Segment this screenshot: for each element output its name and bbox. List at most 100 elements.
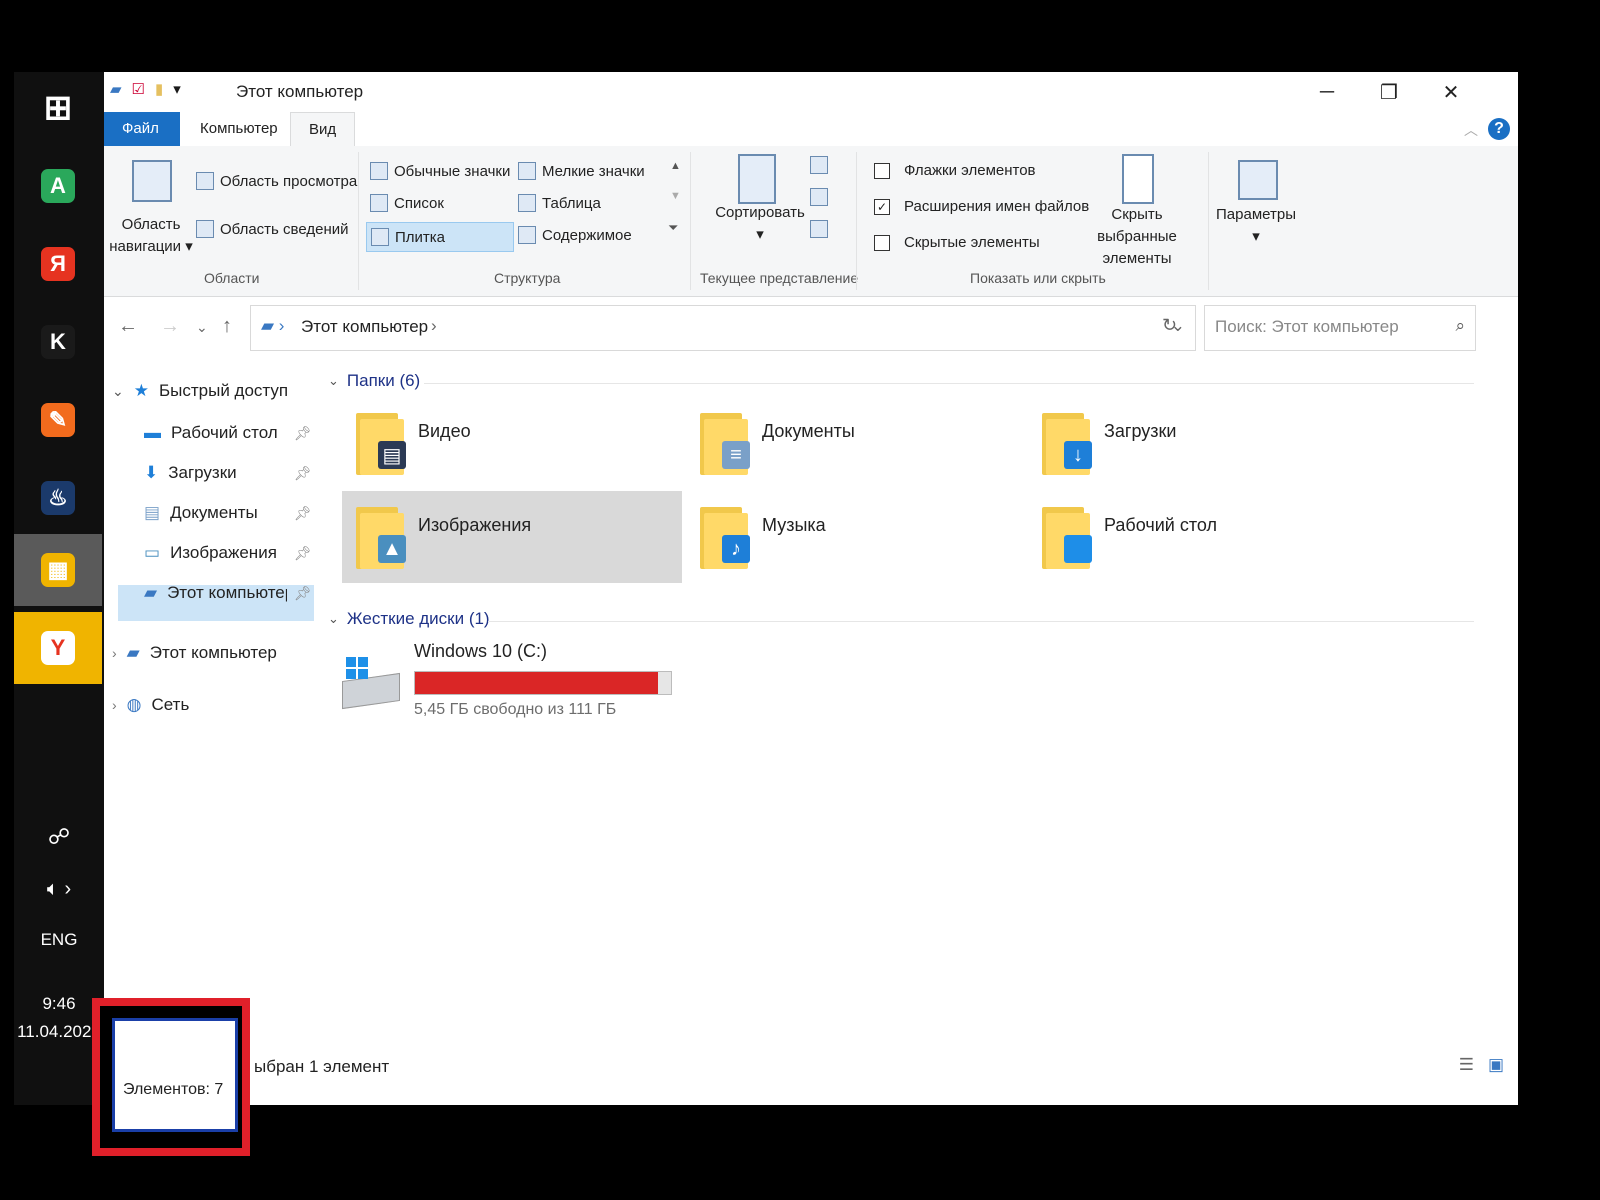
details-pane-button[interactable]: Область сведений [196, 220, 348, 238]
checkbox-unchecked[interactable] [874, 234, 890, 251]
navigation-pane: ⌄ ★ Быстрый доступ ▬ Рабочий стол 📌︎ ⬇ Загру… [104, 361, 320, 1021]
medium-icons-option[interactable]: Обычные значки [370, 162, 510, 180]
collapse-chevron-icon[interactable]: › [112, 645, 117, 661]
checkbox-checked[interactable]: ✓ [874, 198, 890, 215]
taskbar-app[interactable]: Я [14, 228, 102, 300]
search-icon[interactable]: ⌕ [1455, 316, 1465, 336]
sort-icon[interactable] [738, 154, 776, 204]
app-orange-icon: ✎ [41, 403, 75, 437]
breadcrumb-chevron-icon[interactable]: › [431, 316, 437, 336]
computer-small-icon[interactable]: ▰ [110, 80, 122, 98]
layout-scroll-down-icon[interactable]: ▼ [670, 190, 681, 202]
new-folder-icon[interactable]: ▮ [155, 80, 163, 98]
nav-this-pc[interactable]: › ▰ Этот компьютер [112, 643, 277, 663]
navigation-pane-icon[interactable] [132, 160, 172, 202]
details-table-option[interactable]: Таблица [518, 194, 601, 212]
restore-button[interactable]: ❐ [1358, 72, 1420, 112]
recent-locations-icon[interactable]: ⌄ [196, 319, 208, 336]
nav-item[interactable]: ▰ Этот компьютер 📌︎ [144, 583, 312, 603]
volume-icon[interactable]: 🔈︎ › [14, 878, 104, 901]
clock-time[interactable]: 9:46 [14, 994, 104, 1014]
expand-chevron-icon[interactable]: ⌄ [112, 383, 124, 400]
up-arrow-icon[interactable]: ↑ [222, 315, 232, 338]
nav-network[interactable]: › ◍ Сеть [112, 695, 189, 715]
folders-group-header[interactable]: ⌄ Папки (6) [328, 371, 420, 391]
list-option[interactable]: Список [370, 194, 444, 212]
item-checkboxes-toggle[interactable]: Флажки элементов [874, 162, 1036, 179]
pin-icon[interactable]: 📌︎ [294, 425, 312, 442]
search-input[interactable]: Поиск: Этот компьютер [1215, 317, 1399, 337]
details-view-icon[interactable]: ☰ [1459, 1055, 1474, 1075]
pin-icon[interactable]: 📌︎ [294, 505, 312, 522]
large-icons-view-icon[interactable]: ▣ [1488, 1055, 1504, 1075]
hide-selected-icon[interactable] [1122, 154, 1154, 204]
properties-icon[interactable]: ☑ [132, 80, 145, 98]
address-box[interactable]: ▰ › Этот компьютер › ⌄ [250, 305, 1196, 351]
preview-pane-button[interactable]: Область просмотра [196, 172, 357, 190]
computer-icon: ▰ [144, 583, 158, 602]
sort-button[interactable]: Сортировать ▾ [708, 202, 812, 246]
nav-quick-access[interactable]: ⌄ ★ Быстрый доступ [112, 381, 288, 401]
collapse-ribbon-icon[interactable]: ︿ [1464, 120, 1478, 140]
group-by-icon[interactable] [810, 156, 828, 174]
content-pane: ⌄ Папки (6) ▤ Видео ≡ Документы ↓ Загрузки ▲ Из… [328, 361, 1508, 1041]
drive-tile[interactable]: Windows 10 (C:) 5,45 ГБ свободно из 111 … [342, 641, 682, 731]
help-button[interactable]: ? [1488, 118, 1510, 140]
folder-tile[interactable]: ↓ Загрузки [1028, 397, 1368, 489]
downloads-icon: ⬇ [144, 463, 159, 482]
taskbar-app[interactable]: A [14, 150, 102, 222]
people-icon[interactable]: ☍ [14, 824, 104, 850]
taskbar-app[interactable]: K [14, 306, 102, 378]
taskbar-app[interactable]: Y [14, 612, 102, 684]
hidden-items-toggle[interactable]: Скрытые элементы [874, 234, 1040, 251]
options-icon[interactable] [1238, 160, 1278, 200]
yandex-browser-icon: Я [41, 247, 75, 281]
navigation-pane-button[interactable]: Область навигации ▾ [108, 214, 194, 258]
taskbar-app[interactable]: ✎ [14, 384, 102, 456]
pin-icon[interactable]: 📌︎ [294, 585, 312, 602]
language-indicator[interactable]: ENG [14, 930, 104, 950]
folder-label: Музыка [762, 515, 826, 535]
folder-icon: ▤ [356, 413, 406, 475]
nav-item[interactable]: ▬ Рабочий стол 📌︎ [144, 423, 312, 443]
close-button[interactable]: ✕ [1420, 72, 1482, 112]
nav-item[interactable]: ▤ Документы 📌︎ [144, 503, 312, 523]
taskbar-app[interactable]: ⊞ [14, 72, 102, 144]
folder-tile[interactable]: ♪ Музыка [686, 491, 1026, 583]
tiles-option[interactable]: Плитка [366, 222, 514, 252]
hide-selected-button[interactable]: Скрыть выбранные элементы [1070, 204, 1204, 270]
checkbox-unchecked[interactable] [874, 162, 890, 179]
tab-computer[interactable]: Компьютер [182, 112, 296, 146]
options-button[interactable]: Параметры ▾ [1212, 204, 1300, 248]
pin-icon[interactable]: 📌︎ [294, 545, 312, 562]
taskbar-app[interactable]: ▦ [14, 534, 102, 606]
status-items-count: Элементов: 7 [123, 1081, 224, 1098]
minimize-button[interactable]: ─ [1296, 72, 1358, 112]
back-arrow-icon[interactable]: ← [118, 315, 138, 338]
layout-scroll-up-icon[interactable]: ▲ [670, 160, 681, 172]
layout-expand-icon[interactable]: ⏷ [668, 220, 678, 236]
content-option[interactable]: Содержимое [518, 226, 632, 244]
refresh-icon[interactable]: ↻ [1162, 315, 1177, 336]
folder-tile[interactable]: ▲ Изображения [342, 491, 682, 583]
clock-date[interactable]: 11.04.2026 [14, 1022, 104, 1042]
search-box[interactable]: Поиск: Этот компьютер ⌕ [1204, 305, 1476, 351]
qat-dropdown-icon[interactable]: ▾ [173, 80, 181, 98]
folder-tile[interactable]: ≡ Документы [686, 397, 1026, 489]
nav-item[interactable]: ⬇ Загрузки 📌︎ [144, 463, 312, 483]
forward-arrow-icon[interactable]: → [160, 315, 180, 338]
file-extensions-toggle[interactable]: ✓ Расширения имен файлов [874, 198, 1089, 215]
folder-tile[interactable]: ▤ Видео [342, 397, 682, 489]
add-columns-icon[interactable] [810, 188, 828, 206]
tab-view[interactable]: Вид [290, 112, 356, 147]
collapse-chevron-icon[interactable]: › [112, 697, 117, 713]
drives-group-header[interactable]: ⌄ Жесткие диски (1) [328, 609, 490, 629]
tab-file[interactable]: Файл [104, 112, 180, 146]
folder-tile[interactable]: Рабочий стол [1028, 491, 1368, 583]
nav-item[interactable]: ▭ Изображения 📌︎ [144, 543, 312, 563]
breadcrumb[interactable]: Этот компьютер [301, 317, 428, 337]
pin-icon[interactable]: 📌︎ [294, 465, 312, 482]
small-icons-option[interactable]: Мелкие значки [518, 162, 645, 180]
taskbar-app[interactable]: ♨ [14, 462, 102, 534]
size-columns-icon[interactable] [810, 220, 828, 238]
